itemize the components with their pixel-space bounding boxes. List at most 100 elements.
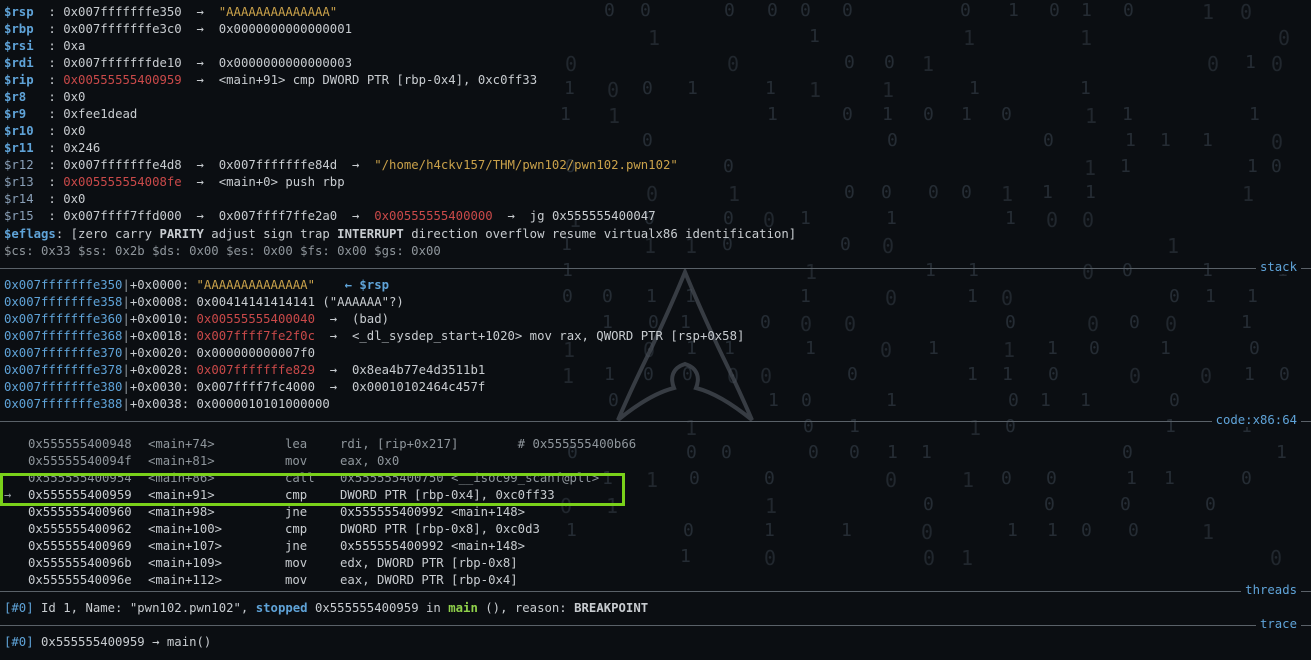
instruction-symbol: <main+109> bbox=[148, 556, 223, 570]
eflags-flag: direction overflow resume virtualx86 ide… bbox=[403, 227, 797, 241]
rain-digit: 1 bbox=[608, 104, 621, 128]
stack-separator-bar: | bbox=[122, 363, 130, 377]
rain-digit: 1 bbox=[1081, 0, 1092, 21]
register-value: 0x246 bbox=[63, 141, 101, 155]
register-row: $r10 : 0x0 bbox=[4, 124, 86, 138]
rain-digit: 1 bbox=[1008, 0, 1019, 21]
register-value: 0x0 bbox=[63, 192, 86, 206]
deref-arrow: → bbox=[196, 22, 204, 36]
stack-separator-bar: | bbox=[122, 312, 130, 326]
rain-digit: 0 bbox=[800, 312, 813, 336]
deref-arrow: → bbox=[196, 209, 204, 223]
register-name: $rsp bbox=[4, 5, 34, 19]
register-name: $r14 bbox=[4, 192, 34, 206]
rain-digit: 0 bbox=[760, 312, 771, 333]
current-instruction-highlight-box bbox=[0, 473, 625, 506]
rain-digit: 0 bbox=[1008, 390, 1019, 411]
rain-digit: 1 bbox=[648, 26, 661, 50]
rain-digit: 1 bbox=[604, 364, 615, 385]
thread-state: stopped bbox=[255, 601, 308, 615]
register-name: $r10 bbox=[4, 124, 34, 138]
code-section-label: code:x86:64 bbox=[1211, 413, 1301, 427]
rain-digit: 0 bbox=[1005, 416, 1016, 437]
rain-digit: 0 bbox=[1278, 26, 1291, 50]
instruction-address: 0x555555400948 bbox=[28, 437, 132, 451]
rain-digit: 0 bbox=[602, 286, 613, 307]
register-name: $rip bbox=[4, 73, 34, 87]
stack-offset: +0x0018: bbox=[129, 329, 190, 343]
instruction-operands: eax, DWORD PTR [rbp-0x4] bbox=[340, 573, 518, 587]
rain-digit: 1 bbox=[1202, 520, 1215, 544]
rain-digit: 0 bbox=[1279, 364, 1290, 385]
rain-digit: 0 bbox=[960, 0, 971, 21]
rain-digit: 1 bbox=[925, 260, 936, 281]
thread-reason: BREAKPOINT bbox=[574, 601, 649, 615]
code-row: 0x555555400969 <main+107> jne 0x55555540099… bbox=[0, 538, 900, 555]
rain-digit: 0 bbox=[682, 364, 693, 385]
rain-digit: 0 bbox=[642, 130, 653, 151]
rain-digit: 1 bbox=[767, 104, 778, 125]
trace-section-label: trace bbox=[1255, 617, 1301, 631]
eflags-flag: PARITY bbox=[159, 227, 204, 241]
rain-digit: 0 bbox=[1001, 286, 1014, 310]
rain-digit: 1 bbox=[1247, 286, 1258, 307]
rain-digit: 1 bbox=[1047, 338, 1058, 359]
rain-digit: 0 bbox=[885, 286, 898, 310]
eflags-value: [zero carry PARITY adjust sign trap INTE… bbox=[71, 227, 797, 241]
stack-separator bbox=[0, 268, 1311, 269]
rain-digit: 0 bbox=[880, 338, 893, 362]
rain-digit: 1 bbox=[1047, 520, 1058, 541]
register-name: $rsi bbox=[4, 39, 34, 53]
stack-row: 0x007fffffffe358|+0x0008: 0x004141414141… bbox=[4, 294, 404, 311]
stack-row: 0x007fffffffe350|+0x0000: "AAAAAAAAAAAAA… bbox=[4, 277, 389, 294]
register-row: $rsi : 0xa bbox=[4, 39, 86, 53]
rain-digit: 0 bbox=[1271, 52, 1284, 76]
instruction-opcode: jne bbox=[285, 539, 308, 553]
eflags-label: $eflags bbox=[4, 227, 56, 241]
stack-separator-bar: | bbox=[122, 397, 130, 411]
rain-digit: 1 bbox=[1126, 468, 1137, 489]
stack-address: 0x007fffffffe368 bbox=[4, 329, 123, 343]
rain-digit: 1 bbox=[1276, 442, 1287, 463]
register-row: $rsp : 0x007fffffffe350 → "AAAAAAAAAAAAA… bbox=[4, 5, 338, 19]
deref-value: jg 0x555555400047 bbox=[529, 209, 656, 223]
register-row: $rdi : 0x007fffffffde10 → 0x000000000000… bbox=[4, 56, 353, 70]
instruction-address: 0x55555540094f bbox=[28, 454, 132, 468]
rain-digit: 0 bbox=[881, 182, 892, 203]
rain-digit: 1 bbox=[882, 104, 893, 125]
deref-arrow: → bbox=[196, 175, 204, 189]
instruction-operands: 0x555555400992 <main+148> bbox=[340, 539, 526, 553]
stack-offset: +0x0020: bbox=[129, 346, 190, 360]
rain-digit: 1 bbox=[1085, 104, 1098, 128]
stack-value: "AAAAAAAAAAAAAA" bbox=[196, 278, 315, 292]
instruction-opcode: mov bbox=[285, 454, 308, 468]
instruction-symbol: <main+74> bbox=[148, 437, 215, 451]
rain-digit: 1 bbox=[1241, 312, 1252, 333]
stack-row: 0x007fffffffe370|+0x0020: 0x000000000007… bbox=[4, 345, 315, 362]
stack-offset: +0x0038: bbox=[129, 397, 190, 411]
stack-address: 0x007fffffffe360 bbox=[4, 312, 123, 326]
rain-digit: 0 bbox=[1089, 338, 1100, 359]
rain-digit: 1 bbox=[1003, 338, 1016, 362]
rain-digit: 1 bbox=[1002, 364, 1013, 385]
rain-digit: 1 bbox=[969, 78, 980, 99]
register-name: $rbp bbox=[4, 22, 34, 36]
register-row: $r13 : 0x005555554008fe → <main+0> push … bbox=[4, 175, 345, 189]
rain-digit: 0 bbox=[923, 546, 936, 570]
instruction-opcode: mov bbox=[285, 556, 308, 570]
rain-digit: 0 bbox=[1001, 468, 1012, 489]
rain-digit: 0 bbox=[882, 234, 895, 258]
rain-digit: 1 bbox=[961, 104, 972, 125]
instruction-address: 0x555555400962 bbox=[28, 522, 132, 536]
rain-digit: 0 bbox=[604, 0, 615, 21]
stack-value: 0x0000010101000000 bbox=[196, 397, 330, 411]
register-name: $r15 bbox=[4, 209, 34, 223]
rain-digit: 1 bbox=[1244, 364, 1255, 385]
register-name: $r12 bbox=[4, 158, 34, 172]
rain-digit: 1 bbox=[564, 78, 575, 99]
instruction-address: 0x55555540096b bbox=[28, 556, 132, 570]
rain-digit: 1 bbox=[809, 78, 822, 102]
stack-row: 0x007fffffffe378|+0x0028: 0x007fffffffe8… bbox=[4, 362, 485, 379]
rain-digit: 1 bbox=[1249, 104, 1260, 125]
rain-digit: 0 bbox=[642, 78, 653, 99]
